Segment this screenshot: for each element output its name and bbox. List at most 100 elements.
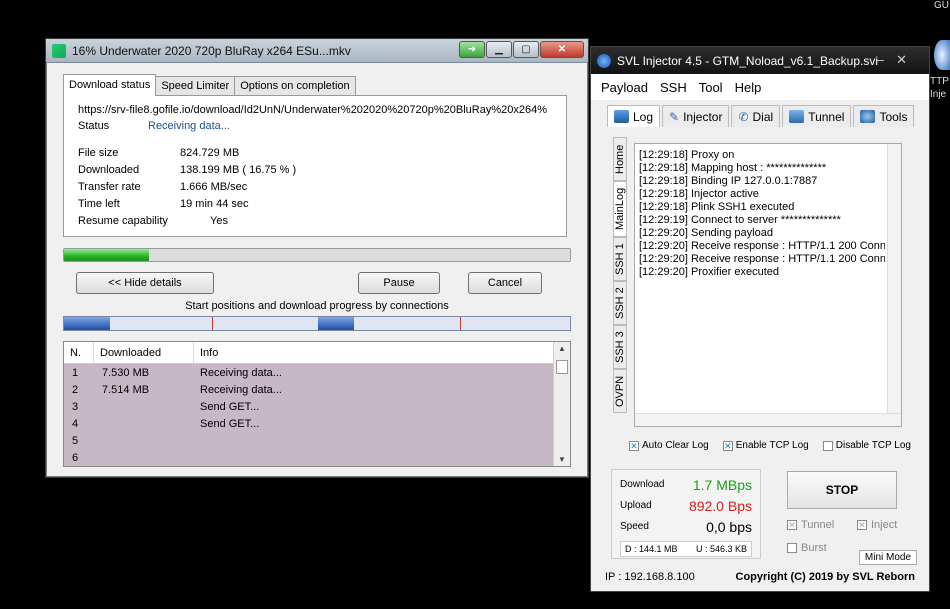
tab-tools-label: Tools	[879, 109, 908, 124]
downloaded-value: 138.199 MB ( 16.75 % )	[180, 163, 297, 176]
stop-button[interactable]: STOP	[787, 471, 897, 509]
tunnel-option-label: Tunnel	[801, 519, 835, 531]
cell-n: 3	[72, 400, 79, 413]
table-row[interactable]: 3 Send GET...	[64, 398, 570, 415]
scroll-up-icon[interactable]: ▲	[554, 344, 570, 353]
download-label: Download	[620, 479, 665, 490]
checkbox-disabled-icon: ✕	[787, 520, 797, 530]
tab-speed-limiter[interactable]: Speed Limiter	[155, 76, 236, 96]
side-tab-ssh3[interactable]: SSH 3	[613, 325, 627, 369]
disable-tcp-log-checkbox[interactable]: Disable TCP Log	[822, 440, 911, 451]
menu-ssh[interactable]: SSH	[660, 80, 687, 95]
tab-dial-label: Dial	[752, 109, 774, 124]
side-tab-mainlog[interactable]: MainLog	[613, 181, 627, 237]
table-row[interactable]: 5	[64, 432, 570, 449]
tab-tunnel[interactable]: Tunnel	[782, 105, 852, 127]
idm-arrow-icon[interactable]: ➜	[459, 41, 485, 58]
main-log-box[interactable]: [12:29:18] Proxy on [12:29:18] Mapping h…	[634, 143, 902, 427]
maximize-button[interactable]: ▢	[513, 41, 539, 58]
cell-info: Send GET...	[200, 417, 260, 430]
menu-tool[interactable]: Tool	[699, 80, 723, 95]
svl-window-title: SVL Injector 4.5 - GTM_Noload_v6.1_Backu…	[617, 53, 879, 68]
inject-option-label: Inject	[871, 519, 898, 531]
connections-caption: Start positions and download progress by…	[185, 300, 449, 312]
table-row[interactable]: 6	[64, 449, 570, 466]
svl-title-bar[interactable]: SVL Injector 4.5 - GTM_Noload_v6.1_Backu…	[591, 47, 929, 74]
copyright-text: Copyright (C) 2019 by SVL Reborn	[735, 571, 916, 583]
file-size-label: File size	[78, 146, 119, 159]
burst-checkbox[interactable]: Burst	[787, 542, 827, 554]
transfer-rate-label: Transfer rate	[78, 180, 141, 193]
minimize-button[interactable]: ▁	[486, 41, 512, 58]
table-scrollbar[interactable]: ▲ ▼	[553, 342, 570, 466]
column-header-info[interactable]: Info	[194, 342, 570, 363]
download-speed-value: 1.7 MBps	[692, 476, 752, 493]
side-tab-home[interactable]: Home	[613, 137, 627, 181]
log-vertical-scrollbar[interactable]	[887, 144, 901, 414]
cell-info: Send GET...	[200, 400, 260, 413]
speed-label: Speed	[620, 521, 649, 532]
tunnel-icon	[789, 110, 805, 123]
tab-dial[interactable]: ✆ Dial	[731, 105, 781, 127]
table-row[interactable]: 1 7.530 MB Receiving data...	[64, 364, 570, 381]
log-line: [12:29:18] Proxy on	[639, 149, 735, 161]
log-line: [12:29:20] Receive response : HTTP/1.1 2…	[639, 240, 885, 252]
auto-clear-log-checkbox[interactable]: ✕ Auto Clear Log	[629, 440, 709, 451]
tab-log[interactable]: Log	[607, 105, 661, 127]
cancel-button[interactable]: Cancel	[468, 272, 542, 294]
column-header-n[interactable]: N.	[64, 342, 94, 363]
traffic-totals: D : 144.1 MB U : 546.3 KB	[620, 541, 752, 557]
syringe-icon: ✎	[669, 109, 680, 124]
minimize-icon[interactable]: –	[877, 52, 896, 67]
connection-start-marker	[460, 317, 461, 330]
total-downloaded: D : 144.1 MB	[625, 544, 678, 554]
idm-app-icon	[52, 43, 66, 58]
column-header-downloaded[interactable]: Downloaded	[94, 342, 194, 363]
svl-logo-icon	[597, 53, 611, 68]
speed-value: 0,0 bps	[706, 518, 752, 535]
log-line: [12:29:18] Binding IP 127.0.0.1:7887	[639, 175, 818, 187]
scroll-down-icon[interactable]: ▼	[554, 455, 570, 464]
status-label: Status	[78, 119, 110, 132]
log-icon	[614, 110, 629, 123]
disable-tcp-log-label: Disable TCP Log	[835, 440, 911, 451]
table-row[interactable]: 4 Send GET...	[64, 415, 570, 432]
tab-injector[interactable]: ✎ Injector	[662, 105, 730, 127]
checkbox-checked-icon: ✕	[722, 440, 733, 451]
side-tab-ssh1[interactable]: SSH 1	[613, 237, 627, 281]
download-progress-fill	[64, 249, 149, 261]
resume-capability-label: Resume capability	[78, 214, 168, 227]
hide-details-button[interactable]: << Hide details	[76, 272, 214, 294]
idm-title-bar[interactable]: 16% Underwater 2020 720p BluRay x264 ESu…	[46, 39, 588, 63]
log-horizontal-scrollbar[interactable]	[635, 413, 901, 426]
cell-n: 6	[72, 451, 79, 464]
cell-n: 5	[72, 434, 79, 447]
connection-start-marker	[212, 317, 213, 330]
close-icon[interactable]: ✕	[896, 52, 919, 67]
close-button[interactable]: ✕	[540, 41, 584, 58]
pause-button[interactable]: Pause	[358, 272, 440, 294]
tab-download-status[interactable]: Download status	[63, 74, 157, 96]
desktop-label-top: GU	[934, 0, 949, 11]
side-tab-ssh2[interactable]: SSH 2	[613, 281, 627, 325]
tunnel-checkbox[interactable]: ✕ Tunnel	[787, 519, 834, 531]
side-tab-ovpn[interactable]: OVPN	[613, 369, 627, 413]
cell-n: 1	[72, 366, 79, 379]
inject-checkbox[interactable]: ✕ Inject	[857, 519, 897, 531]
scrollbar-thumb[interactable]	[556, 360, 568, 374]
tab-options-on-completion[interactable]: Options on completion	[234, 76, 356, 96]
menu-help[interactable]: Help	[735, 80, 762, 95]
menu-payload[interactable]: Payload	[601, 80, 648, 95]
desktop-app-icon[interactable]	[934, 40, 950, 70]
menu-bar: Payload SSH Tool Help	[591, 74, 929, 100]
enable-tcp-log-checkbox[interactable]: ✕ Enable TCP Log	[722, 440, 809, 451]
upload-speed-value: 892.0 Bps	[688, 497, 752, 514]
tab-tools[interactable]: Tools	[853, 105, 915, 127]
log-line: [12:29:19] Connect to server ***********…	[639, 214, 841, 226]
log-line: [12:29:20] Sending payload	[639, 227, 773, 239]
mini-mode-button[interactable]: Mini Mode	[859, 550, 917, 565]
checkbox-checked-icon: ✕	[629, 440, 639, 451]
cell-n: 2	[72, 383, 79, 396]
table-row[interactable]: 2 7.514 MB Receiving data...	[64, 381, 570, 398]
downloaded-label: Downloaded	[78, 163, 140, 176]
